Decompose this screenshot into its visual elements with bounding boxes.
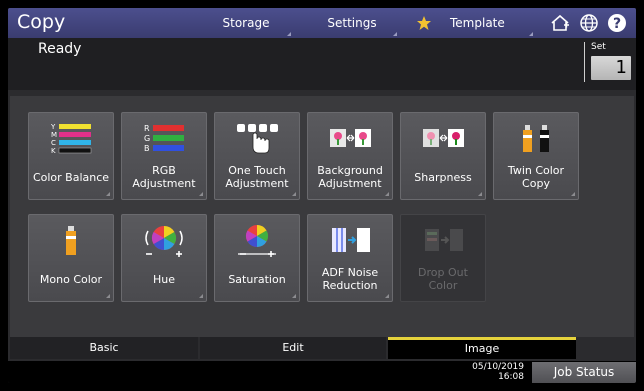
- one-touch-icon: [237, 124, 278, 154]
- tile-label: Saturation: [228, 272, 286, 286]
- drop-out-color-icon: [425, 229, 463, 251]
- corner-indicator-icon: [478, 192, 482, 196]
- date-time: 05/10/2019 16:08: [468, 362, 524, 382]
- sharpness-button[interactable]: Sharpness: [400, 112, 486, 200]
- mono-color-icon: [66, 226, 76, 255]
- corner-indicator-icon: [106, 192, 110, 196]
- status-area: Ready Set 1: [8, 38, 636, 90]
- color-balance-icon: Y M C K: [50, 123, 92, 155]
- set-label: Set: [591, 42, 606, 52]
- corner-indicator-icon: [385, 294, 389, 298]
- color-balance-button[interactable]: Y M C K Color Balance: [28, 112, 114, 200]
- globe-icon[interactable]: [578, 12, 600, 34]
- job-status-button[interactable]: Job Status: [532, 362, 636, 383]
- tab-edit[interactable]: Edit: [200, 337, 386, 359]
- corner-indicator-icon: [529, 32, 533, 36]
- mono-color-button[interactable]: Mono Color: [28, 214, 114, 302]
- tile-label: Color Balance: [32, 170, 110, 184]
- set-count-field[interactable]: 1: [591, 56, 631, 80]
- corner-indicator-icon: [199, 192, 203, 196]
- settings-button[interactable]: Settings: [304, 8, 400, 38]
- svg-text:K: K: [51, 147, 56, 155]
- svg-text:?: ?: [613, 16, 621, 32]
- tile-label: Mono Color: [39, 272, 103, 286]
- corner-indicator-icon: [292, 294, 296, 298]
- tile-label: Twin Color Copy: [507, 164, 565, 190]
- hue-icon: [145, 226, 183, 257]
- copy-screen: Copy Storage Settings Template ? Ready S…: [8, 8, 636, 383]
- tile-label: Drop Out Color: [418, 266, 468, 292]
- template-button[interactable]: Template: [410, 8, 536, 38]
- tile-label: Background Adjustment: [317, 164, 383, 190]
- storage-button[interactable]: Storage: [198, 8, 294, 38]
- template-label: Template: [450, 16, 505, 30]
- tile-label: Sharpness: [414, 170, 472, 184]
- corner-indicator-icon: [199, 294, 203, 298]
- corner-indicator-icon: [106, 294, 110, 298]
- status-text: Ready: [38, 41, 82, 57]
- svg-text:Y: Y: [50, 123, 56, 131]
- corner-indicator-icon: [292, 192, 296, 196]
- corner-indicator-icon: [287, 32, 291, 36]
- header-bar: Copy Storage Settings Template ?: [8, 8, 636, 38]
- settings-label: Settings: [327, 16, 377, 30]
- tile-label: ADF Noise Reduction: [321, 266, 379, 292]
- home-icon[interactable]: [549, 12, 571, 34]
- adf-noise-icon: [332, 228, 370, 252]
- twin-color-icon: [523, 125, 549, 152]
- drop-out-color-button: Drop Out Color: [400, 214, 486, 302]
- help-icon[interactable]: ?: [606, 12, 628, 34]
- saturation-icon: [238, 225, 276, 257]
- footer-bar: 05/10/2019 16:08 Job Status: [8, 361, 636, 383]
- tile-label: Hue: [152, 272, 175, 286]
- twin-color-copy-button[interactable]: Twin Color Copy: [493, 112, 579, 200]
- image-functions-panel: Y M C K Color Balance R G B RGB Adjustme…: [10, 96, 634, 337]
- svg-text:B: B: [144, 144, 150, 153]
- sharpness-icon: [423, 129, 464, 147]
- one-touch-adjustment-button[interactable]: One Touch Adjustment: [214, 112, 300, 200]
- svg-text:R: R: [144, 124, 150, 133]
- svg-text:G: G: [144, 134, 150, 143]
- star-icon: [417, 16, 431, 30]
- adf-noise-reduction-button[interactable]: ADF Noise Reduction: [307, 214, 393, 302]
- storage-label: Storage: [222, 16, 270, 30]
- tab-image[interactable]: Image: [388, 337, 576, 359]
- rgb-adjustment-icon: R G B: [144, 124, 184, 153]
- background-adjustment-icon: [330, 129, 371, 147]
- copy-set-box: Set 1: [584, 42, 633, 82]
- tile-label: One Touch Adjustment: [225, 164, 289, 190]
- corner-indicator-icon: [393, 32, 397, 36]
- rgb-adjustment-button[interactable]: R G B RGB Adjustment: [121, 112, 207, 200]
- hue-button[interactable]: Hue: [121, 214, 207, 302]
- corner-indicator-icon: [571, 192, 575, 196]
- function-tabs: Basic Edit Image: [10, 337, 634, 359]
- tile-label: RGB Adjustment: [132, 164, 196, 190]
- svg-text:M: M: [51, 131, 57, 139]
- time-text: 16:08: [498, 372, 524, 382]
- background-adjustment-button[interactable]: Background Adjustment: [307, 112, 393, 200]
- saturation-button[interactable]: Saturation: [214, 214, 300, 302]
- svg-text:C: C: [51, 139, 56, 147]
- app-title: Copy: [17, 11, 66, 33]
- tab-basic[interactable]: Basic: [10, 337, 198, 359]
- corner-indicator-icon: [385, 192, 389, 196]
- date-text: 05/10/2019: [472, 362, 524, 372]
